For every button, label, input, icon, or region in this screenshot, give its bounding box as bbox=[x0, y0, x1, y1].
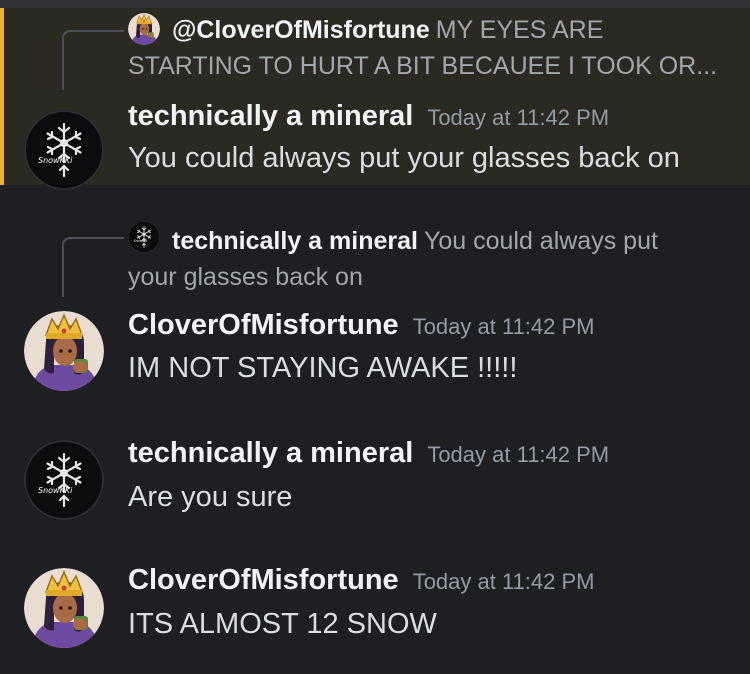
crowned-character-avatar-icon bbox=[24, 311, 104, 391]
message-item[interactable]: CloverOfMisfortune Today at 11:42 PM ITS … bbox=[0, 560, 750, 670]
snowflake-avatar-icon bbox=[24, 440, 104, 520]
message-header: technically a mineral Today at 11:42 PM bbox=[128, 100, 609, 133]
reply-preview[interactable]: @CloverOfMisfortune MY EYES ARE STARTING … bbox=[128, 12, 728, 84]
snowflake-avatar-icon bbox=[24, 110, 104, 190]
message-content: Are you sure bbox=[128, 481, 293, 513]
timestamp[interactable]: Today at 11:42 PM bbox=[427, 105, 609, 130]
message-item[interactable]: technically a mineral You could always pu… bbox=[0, 215, 750, 405]
message-content: You could always put your glasses back o… bbox=[128, 142, 680, 174]
message-item[interactable]: technically a mineral Today at 11:42 PM A… bbox=[0, 430, 750, 540]
avatar[interactable] bbox=[24, 568, 104, 648]
avatar[interactable] bbox=[24, 311, 104, 391]
avatar[interactable] bbox=[24, 440, 104, 520]
message-content: ITS ALMOST 12 SNOW bbox=[128, 608, 437, 640]
message-item[interactable]: @CloverOfMisfortune MY EYES ARE STARTING … bbox=[0, 8, 750, 185]
timestamp[interactable]: Today at 11:42 PM bbox=[427, 442, 609, 467]
message-header: CloverOfMisfortune Today at 11:42 PM bbox=[128, 564, 595, 597]
reply-connector bbox=[62, 237, 124, 297]
avatar[interactable] bbox=[24, 110, 104, 190]
timestamp[interactable]: Today at 11:42 PM bbox=[413, 569, 595, 594]
author-name[interactable]: technically a mineral bbox=[128, 100, 413, 132]
message-header: CloverOfMisfortune Today at 11:42 PM bbox=[128, 309, 595, 342]
message-content: IM NOT STAYING AWAKE !!!!! bbox=[128, 352, 518, 384]
reply-connector bbox=[62, 30, 124, 90]
reply-author[interactable]: @CloverOfMisfortune bbox=[172, 16, 430, 44]
author-name[interactable]: CloverOfMisfortune bbox=[128, 309, 399, 341]
author-name[interactable]: technically a mineral bbox=[128, 437, 413, 469]
timestamp[interactable]: Today at 11:42 PM bbox=[413, 314, 595, 339]
message-header: technically a mineral Today at 11:42 PM bbox=[128, 437, 609, 470]
previous-message-edge bbox=[0, 0, 750, 8]
crowned-character-avatar-icon bbox=[24, 568, 104, 648]
reply-author[interactable]: technically a mineral bbox=[172, 227, 418, 255]
author-name[interactable]: CloverOfMisfortune bbox=[128, 564, 399, 596]
reply-preview[interactable]: technically a mineral You could always pu… bbox=[128, 223, 708, 295]
